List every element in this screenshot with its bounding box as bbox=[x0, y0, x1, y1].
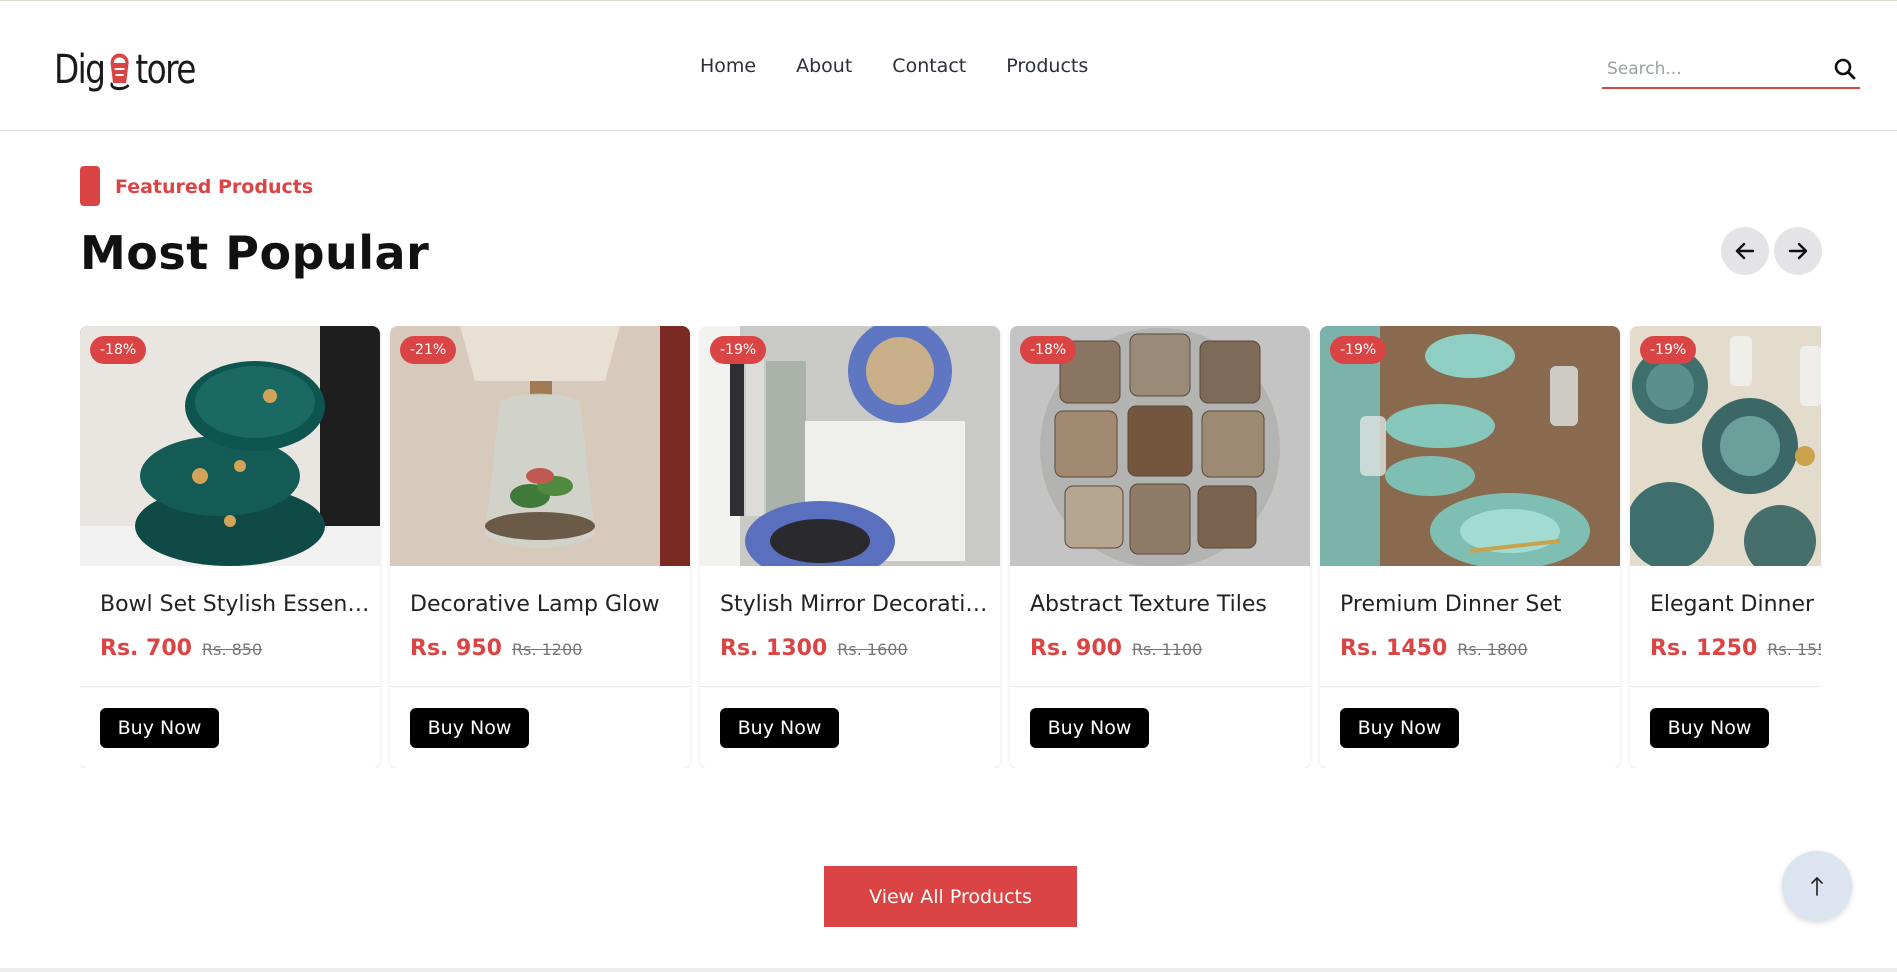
product-price: Rs. 950 bbox=[410, 636, 502, 661]
card-divider bbox=[1630, 686, 1821, 687]
product-name: Premium Dinner Set bbox=[1340, 592, 1562, 617]
product-name: Bowl Set Stylish Essenti... bbox=[100, 592, 370, 617]
buy-now-button[interactable]: Buy Now bbox=[1030, 708, 1149, 748]
product-prices: Rs. 1300 Rs. 1600 bbox=[720, 636, 908, 661]
product-price: Rs. 1300 bbox=[720, 636, 828, 661]
logo-text-left: Dig bbox=[54, 47, 106, 93]
carousel-prev-button[interactable] bbox=[1721, 227, 1769, 275]
search-icon[interactable] bbox=[1832, 56, 1858, 82]
product-old-price: Rs. 1550 bbox=[1767, 640, 1821, 659]
product-card[interactable]: -19% Elegant Dinner Set Rs. 1250 Rs. 155… bbox=[1630, 326, 1821, 768]
product-card[interactable]: -18% Bowl Set Stylish Essenti... Rs. 700… bbox=[80, 326, 380, 768]
buy-now-button[interactable]: Buy Now bbox=[1340, 708, 1459, 748]
product-price: Rs. 900 bbox=[1030, 636, 1122, 661]
site-header: Dig tore Home About Contact Products bbox=[0, 1, 1897, 131]
product-image[interactable]: -18% bbox=[1010, 326, 1310, 566]
nav-home[interactable]: Home bbox=[700, 55, 756, 77]
arrow-left-icon bbox=[1735, 242, 1755, 260]
product-name: Abstract Texture Tiles bbox=[1030, 592, 1267, 617]
product-name: Decorative Lamp Glow bbox=[410, 592, 660, 617]
arrow-up-icon bbox=[1811, 877, 1823, 896]
card-divider bbox=[1320, 686, 1620, 687]
search-input[interactable] bbox=[1607, 57, 1817, 81]
logo-bag-icon bbox=[106, 49, 134, 91]
product-image[interactable]: -19% bbox=[700, 326, 1000, 566]
buy-now-button[interactable]: Buy Now bbox=[100, 708, 219, 748]
nav-about[interactable]: About bbox=[796, 55, 852, 77]
buy-now-button[interactable]: Buy Now bbox=[1650, 708, 1769, 748]
product-image[interactable]: -21% bbox=[390, 326, 690, 566]
product-image[interactable]: -19% bbox=[1630, 326, 1821, 566]
product-carousel: -18% Bowl Set Stylish Essenti... Rs. 700… bbox=[80, 326, 1821, 768]
discount-badge: -19% bbox=[710, 336, 767, 364]
product-card[interactable]: -19% Premium Dinner Set Rs. 1450 Rs. 180… bbox=[1320, 326, 1620, 768]
logo[interactable]: Dig tore bbox=[54, 45, 196, 95]
arrow-right-icon bbox=[1788, 242, 1808, 260]
buy-now-button[interactable]: Buy Now bbox=[410, 708, 529, 748]
discount-badge: -18% bbox=[1020, 336, 1077, 364]
bottom-border bbox=[0, 968, 1897, 972]
product-image[interactable]: -19% bbox=[1320, 326, 1620, 566]
discount-badge: -19% bbox=[1330, 336, 1387, 364]
product-prices: Rs. 1250 Rs. 1550 bbox=[1650, 636, 1821, 661]
product-prices: Rs. 900 Rs. 1100 bbox=[1030, 636, 1202, 661]
product-name: Stylish Mirror Decoration bbox=[720, 592, 990, 617]
section-tag: Featured Products bbox=[115, 176, 314, 198]
back-to-top-button[interactable] bbox=[1782, 851, 1852, 921]
section-title: Most Popular bbox=[80, 226, 430, 280]
product-old-price: Rs. 1600 bbox=[837, 640, 908, 659]
product-card[interactable]: -21% Decorative Lamp Glow Rs. 950 Rs. 12… bbox=[390, 326, 690, 768]
section-tag-marker bbox=[80, 166, 100, 206]
buy-now-button[interactable]: Buy Now bbox=[720, 708, 839, 748]
logo-text-right: tore bbox=[135, 47, 196, 93]
product-card[interactable]: -19% Stylish Mirror Decoration Rs. 1300 … bbox=[700, 326, 1000, 768]
product-name: Elegant Dinner Set bbox=[1650, 592, 1821, 617]
product-price: Rs. 700 bbox=[100, 636, 192, 661]
product-image[interactable]: -18% bbox=[80, 326, 380, 566]
carousel-next-button[interactable] bbox=[1774, 227, 1822, 275]
product-card[interactable]: -18% Abstract Texture Tiles Rs. 900 Rs. … bbox=[1010, 326, 1310, 768]
product-prices: Rs. 950 Rs. 1200 bbox=[410, 636, 582, 661]
product-old-price: Rs. 1100 bbox=[1131, 640, 1203, 659]
card-divider bbox=[1010, 686, 1310, 687]
card-divider bbox=[80, 686, 380, 687]
search-bar bbox=[1602, 51, 1860, 89]
product-old-price: Rs. 1800 bbox=[1457, 640, 1528, 659]
product-old-price: Rs. 1200 bbox=[511, 640, 583, 659]
card-divider bbox=[700, 686, 1000, 687]
discount-badge: -18% bbox=[90, 336, 147, 364]
product-price: Rs. 1450 bbox=[1340, 636, 1448, 661]
product-price: Rs. 1250 bbox=[1650, 636, 1758, 661]
card-divider bbox=[390, 686, 690, 687]
view-all-products-button[interactable]: View All Products bbox=[824, 866, 1077, 927]
product-old-price: Rs. 850 bbox=[201, 640, 263, 659]
nav-products[interactable]: Products bbox=[1006, 55, 1088, 77]
product-prices: Rs. 700 Rs. 850 bbox=[100, 636, 262, 661]
discount-badge: -21% bbox=[400, 336, 457, 364]
main-nav: Home About Contact Products bbox=[700, 55, 1088, 77]
product-prices: Rs. 1450 Rs. 1800 bbox=[1340, 636, 1528, 661]
discount-badge: -19% bbox=[1640, 336, 1697, 364]
nav-contact[interactable]: Contact bbox=[892, 55, 966, 77]
